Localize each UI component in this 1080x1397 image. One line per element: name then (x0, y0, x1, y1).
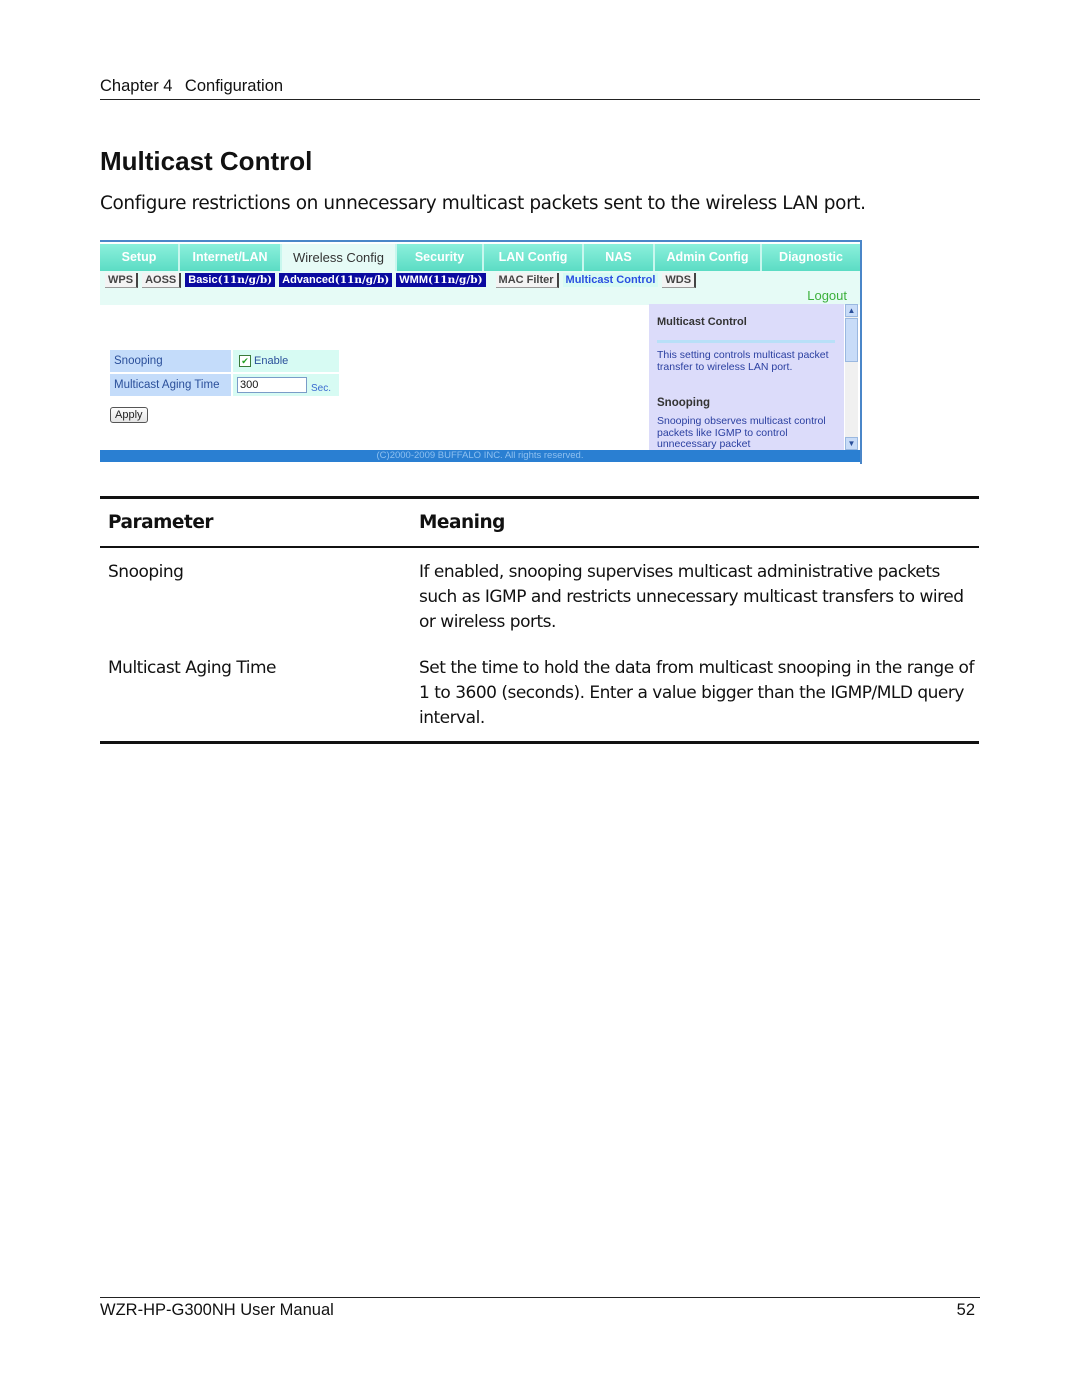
apply-button[interactable]: Apply (110, 407, 148, 423)
tab-nas[interactable]: NAS (584, 244, 655, 271)
row-meaning: If enabled, snooping supervises multicas… (419, 562, 964, 632)
page-number: 52 (956, 1301, 975, 1319)
subtab-advanced[interactable]: Advanced(11n/g/b) (279, 273, 393, 287)
subtab-basic[interactable]: Basic(11n/g/b) (185, 273, 276, 287)
aging-time-input[interactable] (237, 377, 307, 393)
tab-lan-config[interactable]: LAN Config (484, 244, 584, 271)
page-footer: WZR-HP-G300NH User Manual 52 (100, 1297, 980, 1320)
sub-navigation: WPS AOSS Basic(11n/g/b) Advanced(11n/g/b… (100, 271, 860, 289)
row-meaning: Set the time to hold the data from multi… (419, 658, 974, 728)
help-panel: Multicast Control This setting controls … (649, 304, 844, 450)
parameter-table: Parameter Meaning Snooping If enabled, s… (100, 496, 979, 744)
scroll-down-icon[interactable]: ▼ (845, 437, 858, 450)
logout-link[interactable]: Logout (807, 288, 847, 303)
scroll-thumb[interactable] (845, 318, 858, 362)
subtab-wmm[interactable]: WMM(11n/g/b) (396, 273, 486, 287)
subtab-multicast-control[interactable]: Multicast Control (562, 273, 659, 287)
help-divider (657, 340, 835, 343)
snooping-enable-checkbox[interactable]: ✔ (239, 355, 251, 367)
subtab-advanced-suffix: (11n/g/b) (334, 274, 390, 286)
multicast-form: Snooping ✔ Enable Multicast Aging Time S… (110, 350, 339, 398)
table-header: Parameter Meaning (100, 499, 979, 548)
help-subtext: Snooping observes multicast control pack… (657, 415, 826, 450)
snooping-label: Snooping (110, 350, 231, 372)
tab-diagnostic[interactable]: Diagnostic (762, 244, 860, 271)
help-title: Multicast Control (657, 316, 747, 328)
copyright-bar: (C)2000-2009 BUFFALO INC. All rights res… (100, 450, 860, 462)
subtab-wmm-suffix: (11n/g/b) (428, 274, 483, 286)
snooping-enable-label: Enable (254, 355, 289, 367)
top-navigation: Setup Internet/LAN Wireless Config Secur… (100, 244, 860, 271)
subtab-aoss[interactable]: AOSS (142, 272, 182, 288)
header-parameter: Parameter (108, 512, 214, 533)
tab-wireless-config[interactable]: Wireless Config (282, 244, 397, 271)
chapter-title: Configuration (184, 77, 284, 95)
chapter-number: Chapter 4 (100, 77, 173, 95)
row-parameter: Multicast Aging Time (108, 658, 276, 678)
aging-time-value: Sec. (233, 374, 339, 396)
subtab-basic-label: Basic (188, 274, 218, 286)
aging-time-row: Multicast Aging Time Sec. (110, 374, 339, 396)
tab-internet-lan[interactable]: Internet/LAN (180, 244, 282, 271)
snooping-row: Snooping ✔ Enable (110, 350, 339, 372)
scroll-up-icon[interactable]: ▲ (845, 304, 858, 317)
subtab-mac-filter[interactable]: MAC Filter (495, 272, 559, 288)
subtab-wmm-label: WMM (399, 274, 428, 286)
snooping-value: ✔ Enable (233, 350, 339, 372)
row-parameter: Snooping (108, 562, 184, 582)
section-title: Multicast Control (100, 146, 313, 176)
aging-time-label: Multicast Aging Time (110, 374, 231, 396)
tab-admin-config[interactable]: Admin Config (655, 244, 762, 271)
page-header: Chapter 4 Configuration (100, 77, 980, 100)
help-subtitle: Snooping (657, 397, 711, 409)
aging-time-unit: Sec. (311, 383, 332, 394)
subtab-wds[interactable]: WDS (662, 272, 697, 288)
router-ui-screenshot: Setup Internet/LAN Wireless Config Secur… (100, 240, 862, 464)
subtab-wps[interactable]: WPS (105, 272, 139, 288)
table-row: Multicast Aging Time Set the time to hol… (100, 635, 979, 741)
header-meaning: Meaning (419, 512, 505, 533)
tab-setup[interactable]: Setup (100, 244, 180, 271)
help-scrollbar[interactable]: ▲ ▼ (845, 304, 858, 450)
help-text: This setting controls multicast packet t… (657, 349, 829, 373)
logout-row (100, 289, 860, 305)
subtab-basic-suffix: (11n/g/b) (217, 274, 273, 286)
tab-security[interactable]: Security (397, 244, 484, 271)
section-intro: Configure restrictions on unnecessary mu… (100, 193, 866, 214)
manual-title: WZR-HP-G300NH User Manual (100, 1301, 334, 1319)
subtab-advanced-label: Advanced (282, 274, 335, 286)
table-row: Snooping If enabled, snooping supervises… (100, 548, 979, 635)
